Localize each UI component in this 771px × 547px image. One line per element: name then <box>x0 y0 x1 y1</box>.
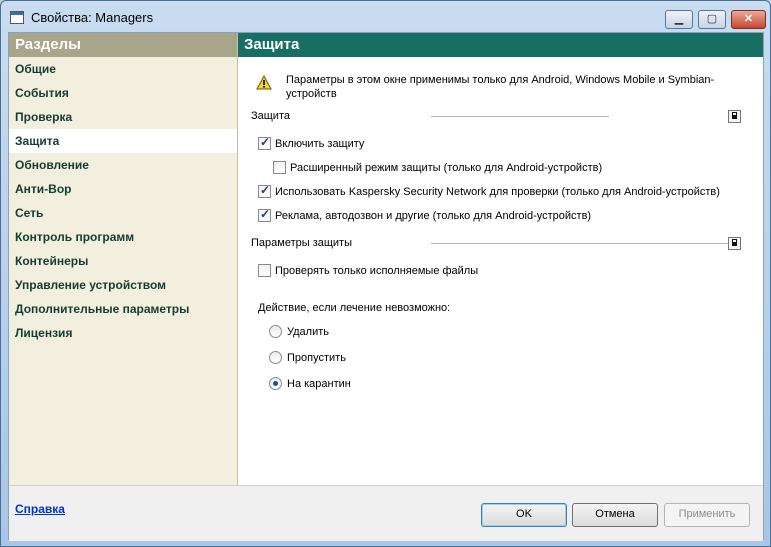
action-label: Действие, если лечение невозможно: <box>258 302 451 314</box>
sidebar-item-containers[interactable]: Контейнеры <box>9 249 237 273</box>
action-delete-radio[interactable]: Удалить <box>269 325 329 338</box>
sidebar-header: Разделы <box>9 33 237 57</box>
action-quarantine-radio[interactable]: На карантин <box>269 377 351 390</box>
exec-only-checkbox[interactable]: Проверять только исполняемые файлы <box>258 264 478 277</box>
enable-protection-checkbox[interactable]: Включить защиту <box>258 135 364 150</box>
platform-warning-text: Параметры в этом окне применимы только д… <box>286 74 715 100</box>
sidebar-item-app-control[interactable]: Контроль программ <box>9 225 237 249</box>
sidebar-item-update[interactable]: Обновление <box>9 153 237 177</box>
cancel-button[interactable]: Отмена <box>572 503 658 527</box>
sidebar-item-events[interactable]: События <box>9 81 237 105</box>
properties-window: Свойства: Managers ▁ ▢ ✕ Разделы Общие С… <box>0 0 771 547</box>
sidebar-item-anti-theft[interactable]: Анти-Вор <box>9 177 237 201</box>
sidebar-item-advanced[interactable]: Дополнительные параметры <box>9 297 237 321</box>
sidebar-item-network[interactable]: Сеть <box>9 201 237 225</box>
sidebar-item-license[interactable]: Лицензия <box>9 321 237 345</box>
sidebar-item-device-management[interactable]: Управление устройством <box>9 273 237 297</box>
close-button[interactable]: ✕ <box>731 10 766 29</box>
minimize-button[interactable]: ▁ <box>665 10 693 29</box>
adware-checkbox[interactable]: Реклама, автодозвон и другие (только для… <box>258 207 591 222</box>
sections-sidebar: Разделы Общие События Проверка Защита Об… <box>9 33 238 485</box>
window-title: Свойства: Managers <box>31 10 154 25</box>
window-app-icon <box>10 11 24 24</box>
checkbox-box[interactable] <box>258 207 271 222</box>
warning-icon <box>256 75 272 90</box>
checkbox-box[interactable] <box>258 264 271 277</box>
help-link[interactable]: Справка <box>15 502 65 516</box>
extended-mode-checkbox[interactable]: Расширенный режим защиты (только для And… <box>273 161 602 174</box>
sidebar-item-protection[interactable]: Защита <box>9 129 237 153</box>
action-skip-radio[interactable]: Пропустить <box>269 351 346 364</box>
ok-button[interactable]: OK <box>481 503 567 527</box>
dialog-client-area: Разделы Общие События Проверка Защита Об… <box>8 32 764 541</box>
panel-title: Защита <box>238 33 763 57</box>
sidebar-item-scan[interactable]: Проверка <box>9 105 237 129</box>
title-bar[interactable]: Свойства: Managers ▁ ▢ ✕ <box>1 1 770 33</box>
maximize-button[interactable]: ▢ <box>698 10 726 29</box>
radio-circle[interactable] <box>269 325 282 338</box>
checkbox-box[interactable] <box>258 183 271 198</box>
radio-circle[interactable] <box>269 351 282 364</box>
protection-group-title: Защита <box>251 110 290 122</box>
sidebar-item-general[interactable]: Общие <box>9 57 237 81</box>
protection-group-divider <box>431 116 609 117</box>
dialog-footer: Справка OK Отмена Применить <box>9 485 763 541</box>
protection-params-lock-icon[interactable] <box>728 237 741 250</box>
ksn-checkbox[interactable]: Использовать Kaspersky Security Network … <box>258 183 720 198</box>
checkbox-box[interactable] <box>258 135 271 150</box>
radio-circle[interactable] <box>269 377 282 390</box>
apply-button[interactable]: Применить <box>664 503 750 527</box>
protection-params-group-title: Параметры защиты <box>251 237 352 249</box>
protection-panel: Защита Параметры в этом окне применимы т… <box>238 33 763 485</box>
protection-params-divider <box>431 243 736 244</box>
checkbox-box[interactable] <box>273 161 286 174</box>
protection-lock-icon[interactable] <box>728 110 741 123</box>
